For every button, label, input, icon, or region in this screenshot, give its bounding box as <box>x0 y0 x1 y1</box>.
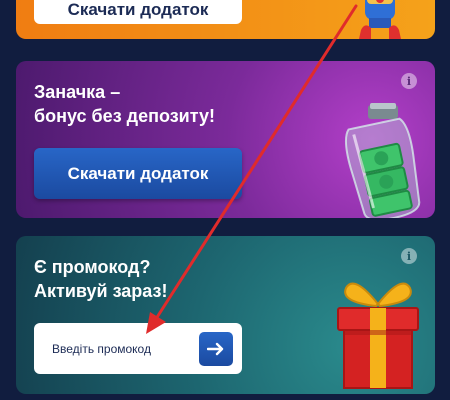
bonus-title-line-2: бонус без депозиту! <box>34 106 215 126</box>
no-deposit-bonus-card: Заначка – бонус без депозиту! i Скачати … <box>16 61 435 218</box>
promo-title-line-1: Є промокод? <box>34 257 151 277</box>
superhero-mascot-icon <box>359 0 401 39</box>
download-app-button-top[interactable]: Скачати додаток <box>34 0 242 24</box>
gift-box-icon <box>337 282 419 389</box>
download-app-card-top: Скачати додаток <box>16 0 435 39</box>
info-icon[interactable]: i <box>401 73 417 89</box>
promo-card-title: Є промокод? Активуй зараз! <box>34 255 167 303</box>
promo-code-placeholder: Введіть промокод <box>52 341 151 356</box>
info-glyph: i <box>406 249 412 263</box>
promo-title-line-2: Активуй зараз! <box>34 281 168 301</box>
info-glyph: i <box>406 74 412 88</box>
promo-code-card: Є промокод? Активуй зараз! i Введіть про… <box>16 236 435 394</box>
bonus-card-title: Заначка – бонус без депозиту! <box>34 80 215 128</box>
download-app-button-top-label: Скачати додаток <box>67 0 209 19</box>
money-jar-icon <box>344 103 421 218</box>
download-app-button-label: Скачати додаток <box>67 163 209 183</box>
info-icon[interactable]: i <box>401 248 417 264</box>
arrow-right-icon <box>207 342 224 356</box>
submit-promo-button[interactable] <box>199 332 233 366</box>
download-app-button[interactable]: Скачати додаток <box>34 148 242 199</box>
bonus-title-line-1: Заначка – <box>34 82 121 102</box>
promo-code-input[interactable]: Введіть промокод <box>34 323 242 374</box>
